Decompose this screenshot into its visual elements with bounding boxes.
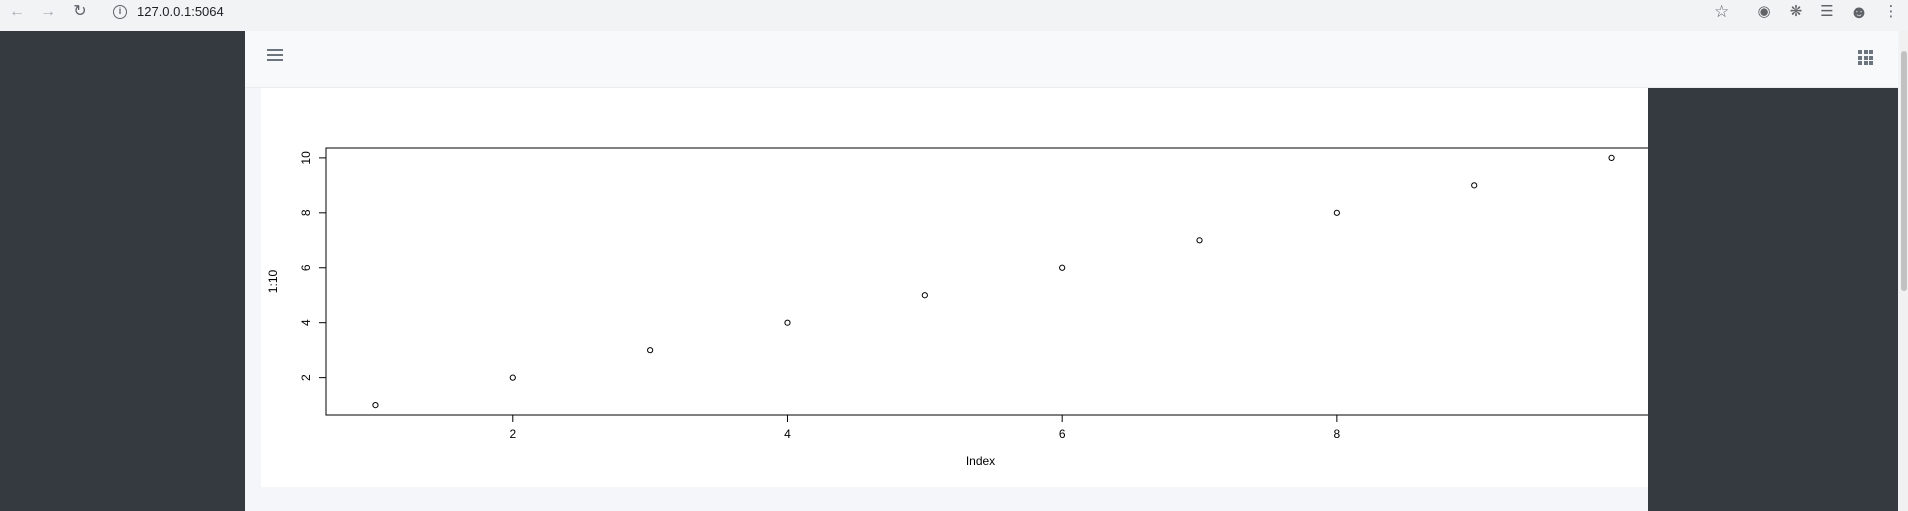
app-main: 2 4 6 8 2 4 6 8 10 Index 1:10 [245,31,1908,511]
y-tick-label: 4 [299,319,313,326]
hamburger-menu-icon[interactable] [267,49,283,63]
scroll-thumb[interactable] [1901,51,1907,291]
app-header [245,31,1898,88]
dark-side-panel [1648,88,1898,511]
y-tick-label: 6 [299,264,313,271]
x-tick-label: 8 [1334,427,1341,441]
x-tick-label: 6 [1059,427,1066,441]
menu-icon[interactable]: ⋮ [1881,2,1901,22]
data-point [1333,209,1340,216]
y-tick-label: 10 [299,151,313,165]
profile-icon[interactable]: ☻ [1849,2,1869,22]
data-point [784,319,791,326]
back-icon[interactable]: ← [7,2,27,22]
y-tick-label: 8 [299,209,313,216]
data-point [921,292,928,299]
x-tick-label: 2 [509,427,516,441]
scrollbar[interactable] [1900,31,1908,511]
url-text: 127.0.0.1:5064 [137,4,224,19]
data-point [1059,264,1066,271]
data-point [1196,237,1203,244]
data-point [1608,154,1615,161]
star-icon[interactable]: ☆ [1714,2,1729,22]
plot-frame [325,147,1648,416]
apps-grid-icon[interactable] [1858,50,1873,65]
data-point [509,374,516,381]
data-point [647,347,654,354]
extension-icon[interactable]: ◉ [1754,2,1774,22]
forward-icon[interactable]: → [38,2,58,22]
app-sidebar [0,31,245,511]
plot-card: 2 4 6 8 2 4 6 8 10 Index 1:10 [261,88,1648,487]
scatter-plot: 2 4 6 8 2 4 6 8 10 Index 1:10 [266,147,1648,468]
puzzle-icon[interactable]: ❋ [1786,2,1806,22]
browser-toolbar: ← → ↻ i 127.0.0.1:5064 ☆ ◉ ❋ ☰ ☻ ⋮ [0,0,1908,25]
reload-icon[interactable]: ↻ [70,2,90,22]
x-tick-label: 4 [784,427,791,441]
x-axis-label: Index [966,454,995,468]
data-point [1471,182,1478,189]
address-bar[interactable]: i 127.0.0.1:5064 ☆ [103,1,1760,23]
y-axis-label: 1:10 [266,269,280,293]
data-point [372,402,379,409]
info-icon[interactable]: i [113,5,127,19]
y-tick-label: 2 [299,374,313,381]
media-icon[interactable]: ☰ [1817,2,1837,22]
